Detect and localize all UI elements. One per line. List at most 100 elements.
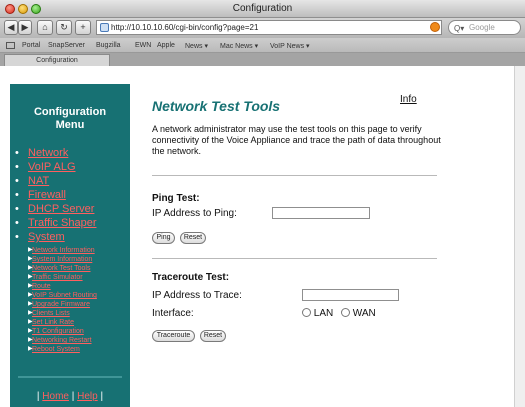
arrow-right-icon: ▶ (28, 292, 33, 298)
traceroute-button[interactable]: Traceroute (152, 330, 195, 342)
info-link[interactable]: Info (400, 94, 417, 105)
bookmark-mac-news-menu[interactable]: Mac News ▾ (220, 42, 258, 50)
submenu-reboot-system[interactable]: ▶ Reboot System (10, 345, 130, 354)
bookmark-portal[interactable]: Portal (22, 42, 40, 49)
forward-button[interactable]: ▶ (18, 20, 32, 35)
title-bar: Configuration (0, 0, 525, 18)
submenu-label: Route (32, 283, 51, 290)
bullet-icon: • (15, 231, 19, 243)
submenu-traffic-simulator[interactable]: ▶ Traffic Simulator (10, 273, 130, 282)
search-field[interactable]: Q▾ Google (448, 20, 521, 35)
bullet-icon: • (15, 161, 19, 173)
submenu-route[interactable]: ▶ Route (10, 282, 130, 291)
submenu-label: Traffic Simulator (32, 274, 83, 281)
submenu-clients-lists[interactable]: ▶ Clients Lists (10, 309, 130, 318)
sidebar-item-dhcp-server[interactable]: • DHCP Server (10, 202, 130, 216)
sidebar-item-firewall[interactable]: • Firewall (10, 188, 130, 202)
section-divider (152, 175, 437, 176)
rss-icon[interactable] (430, 22, 440, 32)
traceroute-reset-button[interactable]: Reset (200, 330, 226, 342)
bookmarks-book-icon[interactable] (6, 42, 15, 49)
menu-title: Configuration Menu (10, 106, 130, 132)
interface-wan-label: WAN (352, 308, 376, 319)
arrow-right-icon: ▶ (28, 301, 33, 307)
submenu-label: Clients Lists (32, 310, 70, 317)
submenu-label: Network Test Tools (32, 265, 91, 272)
interface-radio-group: LAN WAN (302, 308, 381, 319)
submenu-label: Set Link Rate (32, 319, 75, 326)
ping-ip-label: IP Address to Ping: (152, 208, 237, 219)
arrow-right-icon: ▶ (28, 247, 33, 253)
submenu-upgrade-firmware[interactable]: ▶ Upgrade Firmware (10, 300, 130, 309)
arrow-right-icon: ▶ (28, 346, 33, 352)
bookmark-bugzilla[interactable]: Bugzilla (96, 42, 121, 49)
submenu-label: Networking Restart (32, 337, 92, 344)
arrow-right-icon: ▶ (28, 256, 33, 262)
submenu-t1-configuration[interactable]: ▶ T1 Configuration (10, 327, 130, 336)
submenu-network-information[interactable]: ▶ Network Information (10, 246, 130, 255)
ping-ip-input[interactable] (272, 207, 370, 219)
sidebar-item-label: Firewall (28, 189, 66, 201)
bookmark-ewn[interactable]: EWN (135, 42, 151, 49)
submenu-label: Reboot System (32, 346, 80, 353)
submenu-voip-subnet-routing[interactable]: ▶ VoIP Subnet Routing (10, 291, 130, 300)
arrow-right-icon: ▶ (28, 337, 33, 343)
bullet-icon: • (15, 189, 19, 201)
footer-separator: | (97, 391, 104, 402)
tab-configuration[interactable]: Configuration (4, 54, 110, 66)
address-bar[interactable]: http://10.10.10.60/cgi-bin/config?page=2… (96, 20, 442, 35)
interface-lan-label: LAN (313, 308, 334, 319)
search-placeholder: Google (469, 23, 495, 32)
submenu-network-test-tools[interactable]: ▶ Network Test Tools (10, 264, 130, 273)
bookmarks-bar: Portal SnapServer Bugzilla EWN Apple New… (0, 38, 525, 53)
bookmark-news-menu[interactable]: News ▾ (185, 42, 208, 50)
interface-lan-radio[interactable] (302, 308, 311, 317)
bullet-icon: • (15, 217, 19, 229)
bookmark-snapserver[interactable]: SnapServer (48, 42, 85, 49)
sidebar-footer-links: | Home | Help | (10, 391, 130, 402)
sidebar-divider (18, 376, 122, 378)
submenu-label: Network Information (32, 247, 95, 254)
interface-wan-radio[interactable] (341, 308, 351, 317)
bullet-icon: • (15, 203, 19, 215)
search-icon: Q▾ (454, 24, 465, 33)
sidebar-item-label: System (28, 231, 65, 243)
page-content: Configuration Menu • Network • VoIP ALG • N… (0, 66, 525, 407)
vertical-scrollbar[interactable] (514, 66, 525, 407)
sidebar-item-label: VoIP ALG (28, 161, 76, 173)
menu-title-line-2: Menu (55, 119, 85, 131)
home-link[interactable]: Home (42, 391, 69, 402)
add-bookmark-button[interactable]: + (75, 20, 91, 35)
help-link[interactable]: Help (77, 391, 98, 402)
bullet-icon: • (15, 175, 19, 187)
sidebar-item-system[interactable]: • System (10, 230, 130, 244)
submenu-system-information[interactable]: ▶ System Information (10, 255, 130, 264)
submenu-set-link-rate[interactable]: ▶ Set Link Rate (10, 318, 130, 327)
sidebar-item-label: DHCP Server (28, 203, 95, 215)
page-description: A network administrator may use the test… (152, 124, 441, 156)
bookmark-apple[interactable]: Apple (157, 42, 175, 49)
ping-section-title: Ping Test: (152, 193, 200, 204)
tab-strip: Configuration (0, 53, 525, 66)
arrow-right-icon: ▶ (28, 265, 33, 271)
home-button[interactable]: ⌂ (37, 20, 53, 35)
submenu-label: System Information (32, 256, 93, 263)
trace-ip-input[interactable] (302, 289, 399, 301)
traceroute-section-title: Traceroute Test: (152, 272, 230, 283)
submenu-label: T1 Configuration (32, 328, 84, 335)
sidebar-item-voip-alg[interactable]: • VoIP ALG (10, 160, 130, 174)
browser-window: Configuration ◀ ▶ ⌂ ↻ + http://10.10.10.… (0, 0, 525, 407)
trace-ip-label: IP Address to Trace: (152, 290, 242, 301)
submenu-networking-restart[interactable]: ▶ Networking Restart (10, 336, 130, 345)
sidebar-item-traffic-shaper[interactable]: • Traffic Shaper (10, 216, 130, 230)
ping-button[interactable]: Ping (152, 232, 175, 244)
bookmark-voip-news-menu[interactable]: VoIP News ▾ (270, 42, 310, 50)
site-icon (100, 23, 109, 32)
reload-button[interactable]: ↻ (56, 20, 72, 35)
sidebar-item-nat[interactable]: • NAT (10, 174, 130, 188)
sidebar-item-network[interactable]: • Network (10, 146, 130, 160)
back-button[interactable]: ◀ (4, 20, 18, 35)
bullet-icon: • (15, 147, 19, 159)
sidebar-item-label: Traffic Shaper (28, 217, 97, 229)
ping-reset-button[interactable]: Reset (180, 232, 206, 244)
